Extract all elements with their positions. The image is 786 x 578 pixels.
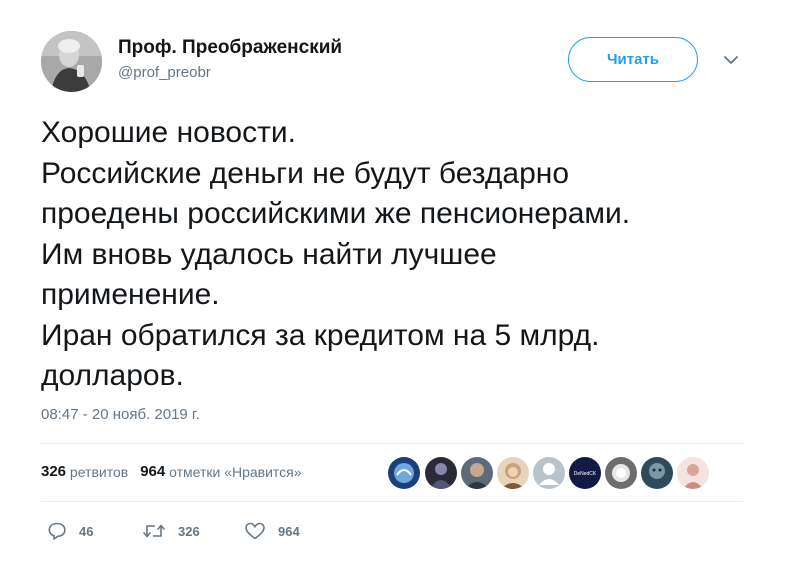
retweet-icon (143, 524, 165, 538)
retweets-label[interactable]: ретвитов (70, 464, 128, 480)
avatar-man-photo-icon[interactable] (461, 457, 493, 489)
tweet-text: Хорошие новости. Российские деньги не бу… (41, 113, 741, 397)
likes-count[interactable]: 964 (140, 463, 165, 480)
avatar-darkblue-logo-icon[interactable]: DeNedCK (569, 457, 601, 489)
avatar-steel-face-icon[interactable] (641, 457, 673, 489)
retweet-count: 326 (178, 523, 200, 539)
like-button[interactable]: 964 (244, 521, 300, 541)
tweet-text-line: Хорошие новости. (41, 116, 296, 149)
logo-text: DeNedCK (574, 471, 597, 477)
follow-button[interactable]: Читать (568, 37, 698, 82)
tweet-text-line: Российские деньги не будут бездарно (41, 156, 570, 190)
author-handle[interactable]: @prof_preobr (118, 64, 211, 81)
avatar-dark-figure-icon[interactable] (425, 457, 457, 489)
chevron-down-icon[interactable] (722, 54, 740, 66)
retweet-button[interactable]: 326 (142, 521, 200, 541)
reply-button[interactable]: 46 (47, 521, 93, 541)
tweet-card: Проф. Преображенский @prof_preobr Читать… (0, 0, 786, 578)
avatar-woman-photo-icon[interactable] (497, 457, 529, 489)
author-avatar-image (41, 31, 102, 92)
tweet-text-line: Иран обратился за кредитом на 5 млрд. (41, 318, 600, 352)
heart-icon (245, 522, 265, 540)
tweet-text-line: применение. (41, 278, 220, 311)
tweet-text-line: проедены российскими же пенсионерами. (41, 197, 631, 230)
avatar-dandelion-icon[interactable] (605, 457, 637, 489)
author-avatar[interactable] (41, 31, 102, 92)
divider (41, 443, 743, 444)
tweet-stats: 326 ретвитов 964 отметки «Нравится» (41, 463, 302, 480)
likes-label[interactable]: отметки «Нравится» (169, 464, 301, 480)
tweet-timestamp[interactable]: 08:47 - 20 нояб. 2019 г. (41, 406, 200, 423)
reply-icon (48, 522, 66, 540)
divider (41, 501, 743, 502)
like-count: 964 (278, 523, 300, 539)
retweets-count[interactable]: 326 (41, 463, 66, 480)
tweet-text-line: долларов. (41, 359, 184, 392)
author-name[interactable]: Проф. Преображенский (118, 37, 342, 59)
avatar-blue-circle-icon[interactable] (388, 457, 420, 489)
avatar-pink-person-icon[interactable] (677, 457, 709, 489)
avatar-default-gray-icon[interactable] (533, 457, 565, 489)
reply-count: 46 (79, 523, 94, 539)
tweet-text-line: Им вновь удалось найти лучшее (41, 237, 497, 271)
